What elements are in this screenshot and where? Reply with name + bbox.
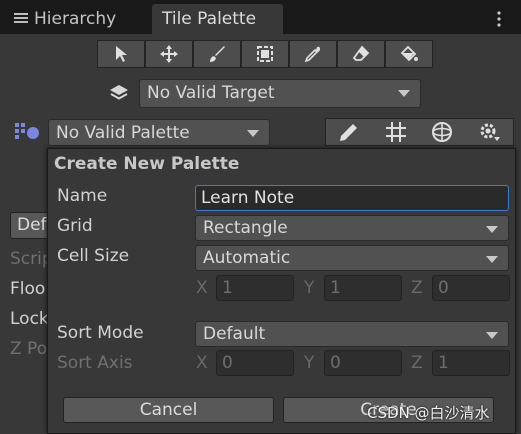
create-palette-popup: Create New Palette Name Learn Note Grid … xyxy=(47,148,516,434)
sort-mode-dropdown[interactable]: Default xyxy=(195,321,509,347)
palette-dropdown[interactable]: No Valid Palette xyxy=(48,119,270,146)
sort-axis-z-field[interactable]: 1 xyxy=(432,350,510,376)
more-menu-icon[interactable] xyxy=(496,11,502,31)
move-tool-button[interactable] xyxy=(145,40,193,68)
z-position-label: Z Po xyxy=(10,339,48,359)
sort-axis-y-label: Y xyxy=(304,353,315,373)
gear-icon xyxy=(480,123,500,141)
sort-axis-y-field[interactable]: 0 xyxy=(324,350,402,376)
cell-size-x-field[interactable]: 1 xyxy=(216,275,294,301)
cell-size-z-field[interactable]: 0 xyxy=(432,275,510,301)
grid-toggle-button[interactable] xyxy=(385,121,407,147)
picker-tool-button[interactable] xyxy=(289,40,337,68)
pencil-icon xyxy=(340,124,357,141)
chevron-down-icon xyxy=(398,90,410,97)
grid-dropdown[interactable]: Rectangle xyxy=(195,215,509,241)
grid-icon xyxy=(386,122,406,142)
sort-axis-x-label: X xyxy=(196,353,208,373)
paint-brush-tool-button[interactable] xyxy=(193,40,241,68)
floor-label: Floo xyxy=(10,279,46,299)
name-input[interactable]: Learn Note xyxy=(195,185,509,211)
grid-label: Grid xyxy=(57,216,93,236)
settings-button[interactable] xyxy=(478,121,502,147)
popup-title: Create New Palette xyxy=(54,154,240,174)
name-label: Name xyxy=(57,186,108,206)
cell-size-label: Cell Size xyxy=(57,246,130,266)
chevron-down-icon xyxy=(486,226,498,233)
lock-label: Lock xyxy=(10,309,49,329)
active-target-dropdown[interactable]: No Valid Target xyxy=(139,79,421,108)
box-fill-tool-button[interactable] xyxy=(241,40,289,68)
cell-size-value: Automatic xyxy=(203,248,291,268)
cancel-button[interactable]: Cancel xyxy=(63,397,274,423)
eyedropper-icon xyxy=(304,46,320,63)
chevron-down-icon xyxy=(486,256,498,263)
chevron-down-icon xyxy=(486,332,498,339)
layers-icon xyxy=(108,83,130,107)
flood-fill-tool-button[interactable] xyxy=(385,40,433,68)
cell-size-y-label: Y xyxy=(304,278,315,298)
brush-icon xyxy=(210,46,225,62)
chevron-down-icon xyxy=(247,130,259,137)
sort-axis-label: Sort Axis xyxy=(57,353,133,373)
sort-mode-value: Default xyxy=(203,324,266,344)
sort-axis-x-field[interactable]: 0 xyxy=(216,350,294,376)
grid-value: Rectangle xyxy=(203,218,288,238)
tab-tile-palette-label: Tile Palette xyxy=(162,9,257,29)
active-target-value: No Valid Target xyxy=(147,83,275,103)
cell-size-z-label: Z xyxy=(411,278,423,298)
edit-pencil-button[interactable] xyxy=(337,122,359,146)
tab-tile-palette[interactable]: Tile Palette xyxy=(152,4,283,34)
palette-icon xyxy=(15,121,41,145)
eraser-icon xyxy=(352,45,370,61)
sort-axis-z-label: Z xyxy=(411,353,423,373)
list-icon xyxy=(14,4,28,34)
paint-bucket-icon xyxy=(400,45,418,62)
pointer-icon xyxy=(116,46,127,62)
sort-mode-label: Sort Mode xyxy=(57,323,144,343)
select-tool-button[interactable] xyxy=(97,40,145,68)
tab-bar: Hierarchy Tile Palette xyxy=(0,0,521,34)
watermark: CSDN @白沙清水 xyxy=(367,404,490,422)
box-fill-icon xyxy=(257,46,273,62)
eraser-tool-button[interactable] xyxy=(337,40,385,68)
tab-hierarchy-label: Hierarchy xyxy=(34,9,117,29)
gizmo-sphere-icon xyxy=(432,122,452,142)
cell-size-y-field[interactable]: 1 xyxy=(324,275,402,301)
tab-hierarchy[interactable]: Hierarchy xyxy=(6,4,146,34)
cell-size-x-label: X xyxy=(196,278,208,298)
palette-value: No Valid Palette xyxy=(56,123,190,143)
cell-size-dropdown[interactable]: Automatic xyxy=(195,245,509,271)
move-icon xyxy=(160,45,178,63)
default-button-label: Def xyxy=(17,215,47,235)
gizmos-toggle-button[interactable] xyxy=(431,121,453,147)
